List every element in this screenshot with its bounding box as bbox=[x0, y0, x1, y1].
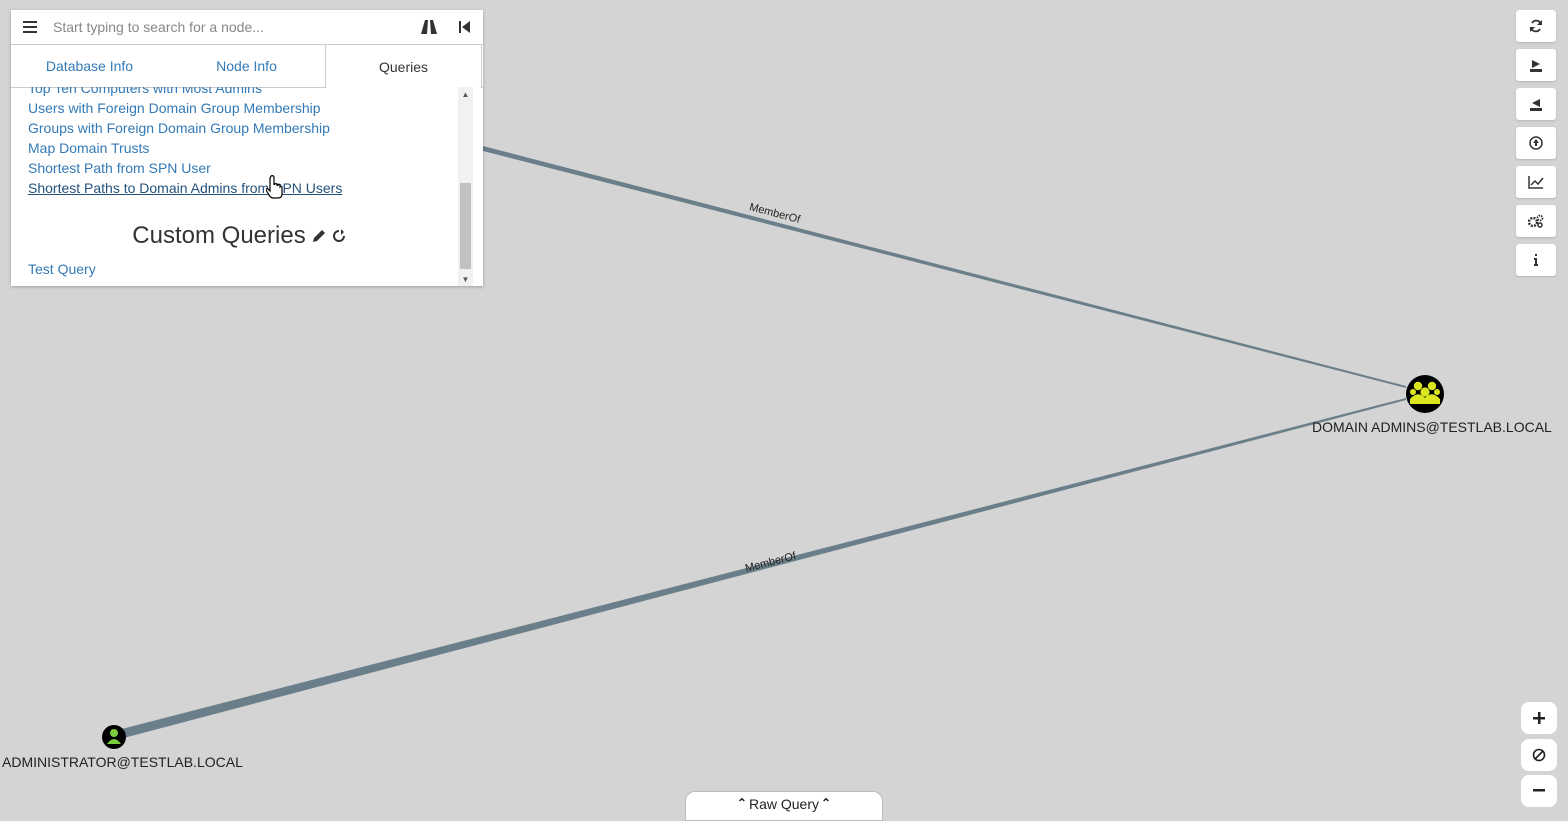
custom-query-list: Test Query bbox=[28, 259, 96, 279]
query-link[interactable]: Groups with Foreign Domain Group Members… bbox=[28, 118, 342, 138]
node-domain-admins[interactable] bbox=[1406, 375, 1444, 413]
settings-icon bbox=[1528, 214, 1544, 228]
pathfinding-button[interactable] bbox=[411, 10, 447, 44]
import-icon bbox=[1530, 99, 1542, 111]
raw-query-label: Raw Query bbox=[748, 796, 820, 812]
zoom-reset-icon bbox=[1532, 748, 1546, 762]
import-button[interactable] bbox=[1516, 88, 1556, 120]
search-row bbox=[11, 10, 483, 45]
chevron-up-icon: ⌃ bbox=[821, 796, 832, 810]
settings-button[interactable] bbox=[1516, 205, 1556, 237]
pencil-icon[interactable] bbox=[312, 229, 326, 243]
export-button[interactable] bbox=[1516, 49, 1556, 81]
tab-bar: Database Info Node Info Queries bbox=[11, 45, 483, 88]
zoom-out-button[interactable] bbox=[1521, 775, 1557, 807]
queries-pane: Top Ten Computers with Most Admins Users… bbox=[11, 87, 483, 286]
query-link-hovered[interactable]: Shortest Paths to Domain Admins from SPN… bbox=[28, 178, 342, 198]
info-button[interactable] bbox=[1516, 244, 1556, 276]
node-label-administrator: ADMINISTRATOR@TESTLAB.LOCAL bbox=[2, 754, 243, 770]
custom-queries-title: Custom Queries bbox=[132, 222, 306, 249]
scroll-down-arrow-icon[interactable]: ▼ bbox=[458, 272, 473, 286]
menu-button[interactable] bbox=[11, 10, 49, 44]
export-icon bbox=[1530, 60, 1542, 72]
tab-queries[interactable]: Queries bbox=[325, 45, 482, 88]
zoom-reset-button[interactable] bbox=[1521, 739, 1557, 771]
scroll-thumb[interactable] bbox=[460, 183, 471, 269]
upload-button[interactable] bbox=[1516, 127, 1556, 159]
refresh-button[interactable] bbox=[1516, 10, 1556, 42]
zoom-out-icon bbox=[1533, 789, 1545, 792]
step-backward-icon bbox=[459, 21, 470, 33]
prebuilt-query-list: Top Ten Computers with Most Admins Users… bbox=[28, 87, 342, 198]
zoom-in-button[interactable] bbox=[1521, 702, 1557, 734]
chart-button[interactable] bbox=[1516, 166, 1556, 198]
node-administrator[interactable] bbox=[102, 725, 126, 749]
road-icon bbox=[421, 20, 437, 34]
info-icon bbox=[1534, 254, 1538, 266]
refresh-icon bbox=[1530, 19, 1542, 33]
query-link[interactable]: Shortest Path from SPN User bbox=[28, 158, 342, 178]
search-input[interactable] bbox=[49, 12, 411, 42]
raw-query-toggle[interactable]: ⌃ Raw Query ⌃ bbox=[685, 791, 883, 821]
tab-database-info[interactable]: Database Info bbox=[11, 45, 168, 87]
refresh-icon[interactable] bbox=[332, 229, 346, 243]
chevron-up-icon: ⌃ bbox=[736, 796, 747, 810]
back-button[interactable] bbox=[447, 10, 483, 44]
hamburger-icon bbox=[23, 21, 37, 33]
hand-cursor-icon bbox=[266, 175, 283, 199]
edge-memberof-upper[interactable] bbox=[483, 146, 1406, 388]
query-link[interactable]: Map Domain Trusts bbox=[28, 138, 342, 158]
query-link[interactable]: Users with Foreign Domain Group Membersh… bbox=[28, 98, 342, 118]
scroll-up-arrow-icon[interactable]: ▲ bbox=[458, 87, 473, 101]
search-panel: Database Info Node Info Queries Top Ten … bbox=[11, 10, 483, 286]
chart-icon bbox=[1528, 176, 1544, 189]
upload-icon bbox=[1529, 136, 1543, 150]
query-link[interactable]: Top Ten Computers with Most Admins bbox=[28, 87, 342, 98]
node-label-domain-admins: DOMAIN ADMINS@TESTLAB.LOCAL bbox=[1312, 419, 1552, 435]
zoom-in-icon bbox=[1533, 712, 1545, 724]
custom-query-link[interactable]: Test Query bbox=[28, 259, 96, 279]
queries-scrollbar[interactable]: ▲ ▼ bbox=[458, 87, 473, 286]
edge-label-lower: MemberOf bbox=[744, 550, 798, 575]
custom-queries-header: Custom Queries bbox=[11, 222, 467, 250]
tab-node-info[interactable]: Node Info bbox=[168, 45, 325, 87]
